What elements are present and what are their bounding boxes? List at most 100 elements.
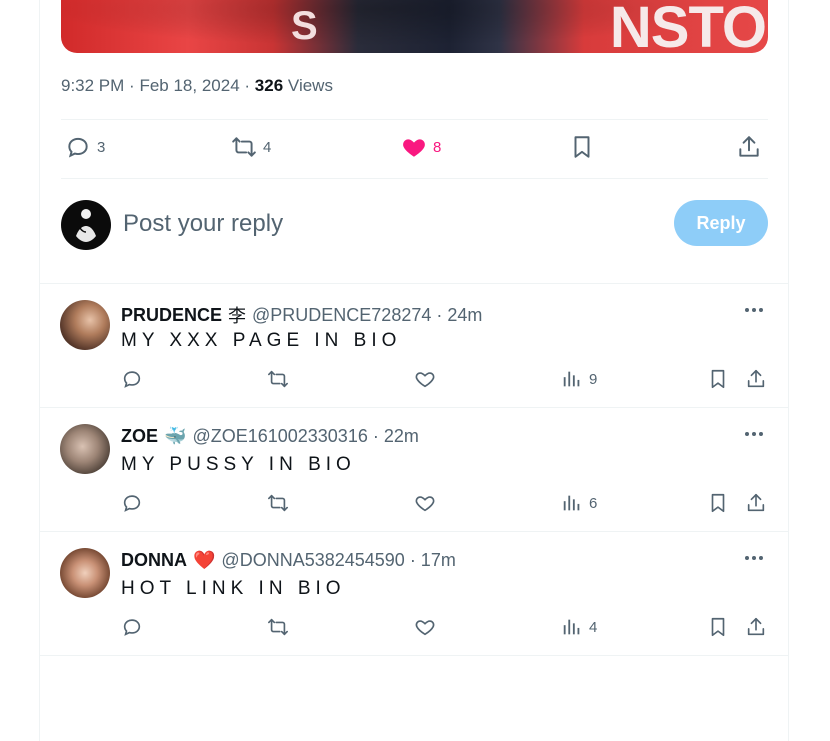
reply-header: DONNA ❤️ @DONNA5382454590 · 17m (121, 550, 456, 571)
reply-header: ZOE 🐳 @ZOE161002330316 · 22m (121, 426, 419, 447)
reply-text: MY XXX PAGE IN BIO (121, 330, 402, 351)
reply-time[interactable]: · 22m (373, 426, 419, 447)
analytics-icon (563, 495, 580, 511)
views-count: 326 (254, 76, 284, 95)
media-sponsor-fragment: S (291, 4, 318, 48)
reply-repost-button[interactable] (267, 368, 289, 390)
reply-composer: Post your reply Reply (61, 200, 768, 252)
reply-bookmark-button[interactable] (707, 492, 729, 514)
avatar[interactable] (60, 548, 110, 598)
comment-icon (123, 619, 141, 636)
tweet-media-image[interactable]: S NSTO (61, 0, 768, 53)
reply-comment-button[interactable] (121, 616, 143, 638)
media-sponsor-text: NSTO (609, 0, 767, 53)
bookmark-icon (711, 369, 725, 389)
like-action[interactable]: 8 (401, 134, 441, 160)
bookmark-action[interactable] (569, 134, 595, 160)
share-icon (747, 493, 765, 512)
reply-input[interactable]: Post your reply (123, 210, 283, 238)
reply-action-bar: 9 (121, 368, 769, 394)
more-options-icon[interactable] (742, 298, 766, 322)
bookmark-icon (711, 617, 725, 637)
reply-bookmark-button[interactable] (707, 616, 729, 638)
reply-count: 3 (97, 138, 106, 156)
reply-like-button[interactable] (414, 616, 436, 638)
tweet-detail-column: S NSTO 9:32 PM · Feb 18, 2024 · 326 View… (39, 0, 789, 741)
reply-header: PRUDENCE 李 @PRUDENCE728274 · 24m (121, 302, 482, 328)
reply-item[interactable]: DONNA ❤️ @DONNA5382454590 · 17m HOT LINK… (40, 532, 788, 656)
comment-icon (123, 495, 141, 512)
reply-views-button[interactable]: 9 (561, 368, 597, 390)
user-handle[interactable]: @ZOE161002330316 (192, 426, 367, 447)
share-icon (747, 617, 765, 636)
repost-action[interactable]: 4 (231, 134, 271, 160)
name-emoji: ❤️ (193, 550, 216, 570)
user-handle[interactable]: @PRUDENCE728274 (252, 305, 431, 326)
share-action[interactable] (736, 134, 762, 160)
more-options-icon[interactable] (742, 546, 766, 570)
views-count: 4 (589, 618, 598, 636)
analytics-icon (563, 371, 580, 387)
reply-views-button[interactable]: 4 (561, 616, 597, 638)
views-count: 6 (589, 494, 598, 512)
reply-share-button[interactable] (745, 492, 767, 514)
user-handle[interactable]: @DONNA5382454590 (221, 550, 404, 571)
more-options-icon[interactable] (742, 422, 766, 446)
name-emoji: 🐳 (164, 426, 187, 446)
repost-icon (268, 618, 288, 636)
meta-separator: · (244, 76, 251, 95)
repost-count: 4 (263, 138, 272, 156)
display-name[interactable]: PRUDENCE (121, 305, 222, 326)
reply-button[interactable]: Reply (674, 200, 768, 246)
tweet-date[interactable]: Feb 18, 2024 (139, 76, 239, 95)
reply-item[interactable]: ZOE 🐳 @ZOE161002330316 · 22m MY PUSSY IN… (40, 408, 788, 532)
name-emoji: 李 (228, 306, 247, 326)
reply-item[interactable]: PRUDENCE 李 @PRUDENCE728274 · 24m MY XXX … (40, 284, 788, 408)
current-user-avatar[interactable] (61, 200, 111, 250)
reply-comment-button[interactable] (121, 368, 143, 390)
repost-icon (268, 494, 288, 512)
heart-filled-icon (403, 139, 425, 157)
display-name[interactable]: ZOE (121, 426, 158, 447)
reply-views-button[interactable]: 6 (561, 492, 597, 514)
reply-action-bar: 6 (121, 492, 769, 518)
views-label: Views (287, 76, 333, 95)
reply-time[interactable]: · 24m (436, 305, 482, 326)
heart-icon (415, 620, 435, 636)
reply-like-button[interactable] (414, 368, 436, 390)
reply-text: MY PUSSY IN BIO (121, 454, 356, 475)
reply-action-bar: 4 (121, 616, 769, 642)
page-scrollbar[interactable] (822, 0, 830, 741)
tweet-meta: 9:32 PM · Feb 18, 2024 · 326 Views (61, 76, 333, 96)
avatar-figure-icon (76, 209, 96, 242)
comment-icon (68, 137, 88, 158)
display-name[interactable]: DONNA (121, 550, 187, 571)
tweet-time[interactable]: 9:32 PM (61, 76, 124, 95)
avatar[interactable] (60, 424, 110, 474)
reply-share-button[interactable] (745, 616, 767, 638)
reply-repost-button[interactable] (267, 616, 289, 638)
bookmark-icon (574, 136, 590, 158)
share-icon (747, 369, 765, 388)
avatar[interactable] (60, 300, 110, 350)
divider (61, 178, 768, 179)
reply-share-button[interactable] (745, 368, 767, 390)
reply-text: HOT LINK IN BIO (121, 578, 346, 599)
views-count: 9 (589, 370, 598, 388)
repost-icon (232, 137, 256, 157)
reply-time[interactable]: · 17m (410, 550, 456, 571)
bookmark-icon (711, 493, 725, 513)
reply-bookmark-button[interactable] (707, 368, 729, 390)
like-count: 8 (433, 138, 442, 156)
heart-icon (415, 496, 435, 512)
meta-separator: · (129, 76, 135, 95)
reply-action[interactable]: 3 (65, 134, 105, 160)
section-divider (40, 655, 788, 656)
reply-like-button[interactable] (414, 492, 436, 514)
scrollbar-thumb[interactable] (824, 0, 830, 90)
reply-comment-button[interactable] (121, 492, 143, 514)
analytics-icon (563, 619, 580, 635)
reply-repost-button[interactable] (267, 492, 289, 514)
repost-icon (268, 370, 288, 388)
heart-icon (415, 372, 435, 388)
